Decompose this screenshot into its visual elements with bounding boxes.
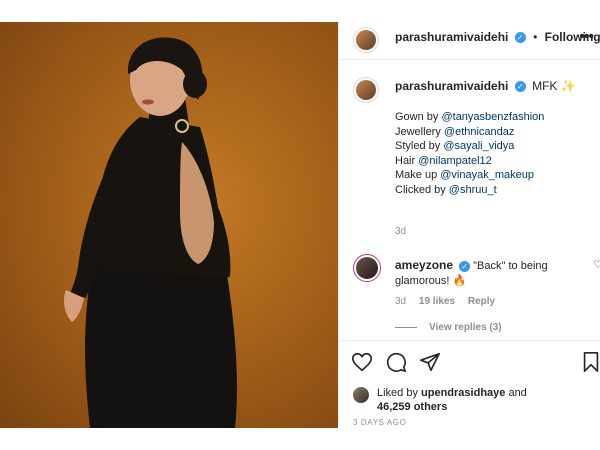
post-actions: Liked by upendrasidhaye and 46,259 other… bbox=[339, 340, 600, 428]
caption-title: MFK bbox=[532, 79, 558, 93]
comment-username[interactable]: ameyzone bbox=[395, 258, 453, 272]
share-paper-plane-icon[interactable] bbox=[419, 351, 441, 373]
more-options-icon[interactable]: ••• bbox=[579, 28, 594, 46]
view-replies-button[interactable]: View replies (3) bbox=[395, 322, 502, 333]
liker-avatar[interactable] bbox=[353, 387, 369, 403]
comment-likes[interactable]: 19 likes bbox=[419, 296, 455, 307]
caption-line-prefix: Jewellery bbox=[395, 125, 444, 138]
caption-line-prefix: Gown by bbox=[395, 111, 442, 123]
replies-divider bbox=[395, 326, 417, 328]
caption-line: Jewellery @ethnicandaz bbox=[395, 125, 544, 140]
caption-line-prefix: Styled by bbox=[395, 140, 444, 152]
mention-link[interactable]: @tanyasbenzfashion bbox=[441, 111, 544, 123]
mention-link[interactable]: @ethnicandaz bbox=[444, 126, 515, 138]
header-user-line: parashuramivaidehi ✓ • Following bbox=[395, 30, 600, 44]
comment-meta: 3d 19 likes Reply bbox=[395, 296, 505, 307]
caption-line: Styled by @sayali_vidya bbox=[395, 139, 544, 154]
author-avatar[interactable] bbox=[353, 27, 379, 53]
liker-username[interactable]: upendrasidhaye bbox=[421, 387, 505, 399]
liked-by-text: Liked by upendrasidhaye and 46,259 other… bbox=[377, 386, 527, 414]
mention-link[interactable]: @shruu_t bbox=[449, 184, 497, 196]
instagram-post: parashuramivaidehi ✓ • Following ••• par… bbox=[0, 22, 600, 428]
header-username[interactable]: parashuramivaidehi bbox=[395, 30, 508, 44]
post-header: parashuramivaidehi ✓ • Following ••• bbox=[339, 22, 600, 60]
like-heart-icon[interactable] bbox=[351, 351, 373, 373]
header-separator: • bbox=[533, 30, 538, 44]
woman-in-black-dress-image bbox=[64, 37, 237, 428]
caption-line: Clicked by @shruu_t bbox=[395, 183, 544, 198]
post-sidebar: parashuramivaidehi ✓ • Following ••• par… bbox=[338, 22, 600, 428]
comments-section: parashuramivaidehi ✓ MFK ✨ Gown by @tany… bbox=[339, 60, 600, 340]
caption-line-prefix: Clicked by bbox=[395, 183, 449, 196]
liked-by-prefix: Liked by bbox=[377, 387, 422, 399]
verified-badge-icon: ✓ bbox=[514, 81, 526, 93]
caption-line: Hair @nilampatel12 bbox=[395, 154, 544, 169]
post-photo[interactable] bbox=[0, 22, 338, 428]
post-date[interactable]: 3 DAYS AGO bbox=[353, 418, 406, 427]
mention-link[interactable]: @sayali_vidya bbox=[443, 140, 514, 152]
caption-line-prefix: Make up bbox=[395, 169, 441, 181]
caption-line-prefix: Hair bbox=[395, 154, 419, 167]
likes-count-link[interactable]: 46,259 others bbox=[377, 401, 447, 413]
verified-badge-icon: ✓ bbox=[459, 260, 471, 272]
verified-badge-icon: ✓ bbox=[514, 32, 526, 44]
caption-header: parashuramivaidehi ✓ MFK ✨ bbox=[395, 79, 576, 93]
mention-link[interactable]: @vinayak_makeup bbox=[440, 169, 534, 181]
sparkle-icon: ✨ bbox=[560, 79, 576, 93]
like-comment-icon[interactable]: ♡ bbox=[593, 258, 600, 271]
save-bookmark-icon[interactable] bbox=[581, 351, 600, 373]
comment-time[interactable]: 3d bbox=[395, 296, 406, 307]
view-replies-label: View replies (3) bbox=[429, 322, 502, 333]
liked-by-middle: and bbox=[505, 387, 527, 399]
caption-text: Gown by @tanyasbenzfashion Jewellery @et… bbox=[395, 110, 544, 197]
comment: ameyzone ✓ "Back" to being glamorous! 🔥 bbox=[395, 258, 600, 289]
reply-button[interactable]: Reply bbox=[468, 296, 495, 307]
caption-line: Make up @vinayak_makeup bbox=[395, 168, 544, 183]
caption-line: Gown by @tanyasbenzfashion bbox=[395, 110, 544, 125]
caption-avatar[interactable] bbox=[353, 77, 379, 103]
caption-timestamp[interactable]: 3d bbox=[395, 226, 406, 237]
commenter-avatar[interactable] bbox=[353, 254, 381, 282]
caption-username[interactable]: parashuramivaidehi bbox=[395, 79, 508, 93]
comment-bubble-icon[interactable] bbox=[385, 351, 407, 373]
mention-link[interactable]: @nilampatel12 bbox=[418, 155, 492, 167]
